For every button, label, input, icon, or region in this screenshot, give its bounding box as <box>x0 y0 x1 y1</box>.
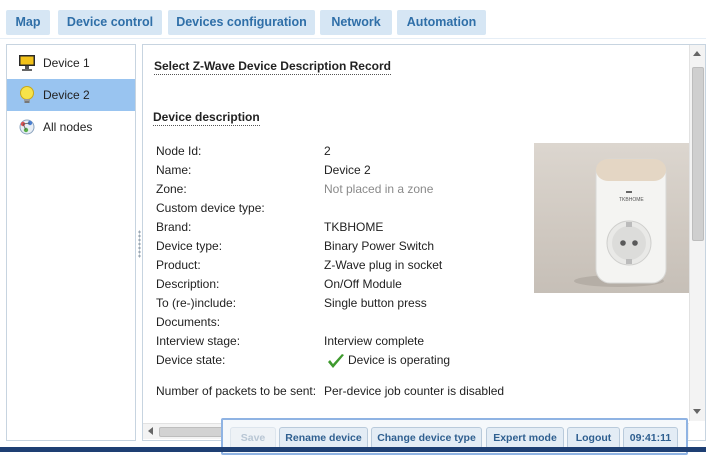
value-zone: Not placed in a zone <box>324 182 434 196</box>
label-custom-device-type: Custom device type: <box>156 201 265 215</box>
label-brand: Brand: <box>156 220 192 234</box>
label-documents: Documents: <box>156 315 221 329</box>
value-device-state: Device is operating <box>348 353 451 367</box>
monitor-icon <box>17 53 37 73</box>
label-device-state: Device state: <box>156 353 226 367</box>
sidebar-item-device-1[interactable]: Device 1 <box>7 47 135 79</box>
device-description-panel: Select Z-Wave Device Description Record … <box>142 44 706 441</box>
scroll-up-arrow-icon[interactable] <box>693 51 701 56</box>
record-selector-link[interactable]: Select Z-Wave Device Description Record <box>154 59 391 75</box>
save-button[interactable]: Save <box>230 427 276 449</box>
vertical-scroll-thumb[interactable] <box>692 67 704 241</box>
value-node-id: 2 <box>324 144 331 158</box>
network-nodes-icon <box>17 117 37 137</box>
expert-mode-button[interactable]: Expert mode <box>486 427 564 449</box>
value-description: On/Off Module <box>324 277 402 291</box>
clock-display: 09:41:11 <box>623 427 678 449</box>
rename-device-button[interactable]: Rename device <box>279 427 368 449</box>
label-product: Product: <box>156 258 201 272</box>
section-title: Device description <box>153 110 260 126</box>
nav-divider <box>0 38 706 39</box>
sidebar-item-all-nodes[interactable]: All nodes <box>7 111 135 143</box>
value-reinclude: Single button press <box>324 296 427 310</box>
vertical-scrollbar[interactable] <box>689 45 705 421</box>
device-image-brand-text: TKBHOME <box>619 197 644 203</box>
value-name: Device 2 <box>324 163 371 177</box>
tab-devices-configuration[interactable]: Devices configuration <box>168 10 315 35</box>
value-device-type: Binary Power Switch <box>324 239 435 253</box>
value-packets-to-send: Per-device job counter is disabled <box>324 384 505 398</box>
device-product-image: TKBHOME <box>534 143 689 293</box>
top-nav-bar: Map Device control Devices configuration… <box>0 0 706 40</box>
label-reinclude: To (re-)include: <box>156 296 237 310</box>
change-device-type-button[interactable]: Change device type <box>371 427 482 449</box>
label-description: Description: <box>156 277 220 291</box>
device-list-panel: Device 1 Device 2 All nodes <box>6 44 136 441</box>
label-name: Name: <box>156 163 192 177</box>
tab-network[interactable]: Network <box>320 10 392 35</box>
bottom-edge-bar <box>0 447 706 452</box>
tab-automation[interactable]: Automation <box>397 10 486 35</box>
tab-map[interactable]: Map <box>6 10 50 35</box>
scroll-left-arrow-icon[interactable] <box>148 427 153 435</box>
panel-splitter-handle[interactable] <box>138 230 141 258</box>
sidebar-item-device-2[interactable]: Device 2 <box>7 79 135 111</box>
sidebar-item-label: Device 1 <box>43 56 90 70</box>
label-interview-stage: Interview stage: <box>156 334 241 348</box>
value-interview-stage: Interview complete <box>324 334 425 348</box>
sidebar-item-label: All nodes <box>43 120 93 134</box>
label-node-id: Node Id: <box>156 144 202 158</box>
logout-button[interactable]: Logout <box>567 427 620 449</box>
label-device-type: Device type: <box>156 239 223 253</box>
checkmark-icon <box>326 352 346 372</box>
lightbulb-icon <box>17 85 37 105</box>
label-zone: Zone: <box>156 182 187 196</box>
scroll-down-arrow-icon[interactable] <box>693 409 701 414</box>
value-brand: TKBHOME <box>324 220 384 234</box>
value-product: Z-Wave plug in socket <box>324 258 443 272</box>
label-packets-to-send: Number of packets to be sent: <box>156 384 317 398</box>
tab-device-control[interactable]: Device control <box>58 10 162 35</box>
sidebar-item-label: Device 2 <box>43 88 90 102</box>
